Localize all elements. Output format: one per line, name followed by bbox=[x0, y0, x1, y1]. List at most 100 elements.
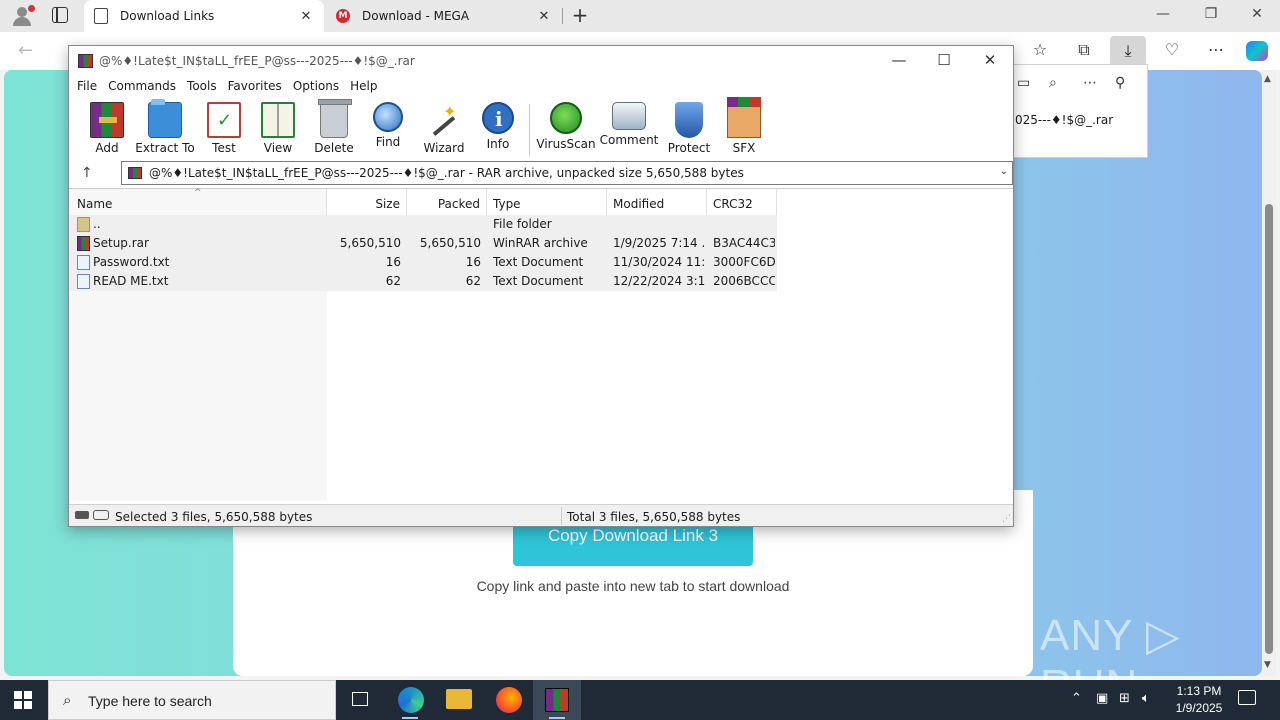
comment-button[interactable]: Comment bbox=[599, 102, 659, 147]
column-header-packed[interactable]: Packed bbox=[407, 189, 487, 215]
taskbar-clock[interactable]: 1:13 PM 1/9/2025 bbox=[1166, 683, 1232, 717]
taskbar-firefox[interactable] bbox=[484, 680, 532, 720]
cell-type: Text Document bbox=[493, 274, 584, 288]
delete-button[interactable]: Delete bbox=[304, 99, 364, 155]
menu-tools[interactable]: Tools bbox=[187, 76, 225, 98]
new-tab-button[interactable]: + bbox=[570, 4, 590, 28]
cell-name: Setup.rar bbox=[93, 236, 149, 250]
delete-icon bbox=[318, 99, 352, 138]
menu-help[interactable]: Help bbox=[350, 76, 385, 98]
column-header-modified[interactable]: Modified bbox=[607, 189, 707, 215]
restore-button[interactable]: ❐ bbox=[1196, 6, 1226, 22]
clock-time: 1:13 PM bbox=[1176, 684, 1222, 698]
close-button[interactable]: ✕ bbox=[1242, 6, 1272, 22]
table-row[interactable]: Password.txt 16 16 Text Document 11/30/2… bbox=[69, 253, 777, 272]
chevron-down-icon[interactable]: ⌄ bbox=[1000, 166, 1008, 177]
task-view-button[interactable] bbox=[336, 680, 384, 720]
collections-icon[interactable]: ⧉ bbox=[1072, 40, 1096, 60]
tab-download-links[interactable]: Download Links ✕ bbox=[84, 0, 324, 32]
page-scrollbar[interactable]: ▲ ▼ bbox=[1262, 70, 1276, 676]
taskbar-edge[interactable] bbox=[386, 680, 434, 720]
wizard-button[interactable]: Wizard bbox=[414, 102, 474, 155]
winrar-toolbar: Add Extract To Test View Delete Find Wiz… bbox=[69, 97, 1013, 160]
winrar-icon bbox=[545, 688, 569, 712]
search-icon[interactable]: ⌕ bbox=[1049, 75, 1057, 91]
winrar-minimize-button[interactable]: — bbox=[884, 51, 914, 69]
scroll-up-icon[interactable]: ▲ bbox=[1264, 74, 1271, 84]
tab-close-icon[interactable]: ✕ bbox=[536, 9, 552, 24]
menu-favorites[interactable]: Favorites bbox=[228, 76, 290, 98]
taskbar: ⌕ Type here to search ⌃ ▣ ⊞ 🔈︎ 1:13 PM 1… bbox=[0, 680, 1280, 720]
tab-actions-icon[interactable] bbox=[52, 7, 68, 23]
table-row[interactable]: READ ME.txt 62 62 Text Document 12/22/20… bbox=[69, 272, 777, 291]
notification-icon[interactable] bbox=[1238, 690, 1256, 705]
windows-start-icon[interactable] bbox=[14, 691, 32, 709]
key-icon[interactable] bbox=[93, 510, 109, 520]
cell-packed: 62 bbox=[465, 274, 481, 288]
winrar-titlebar[interactable]: @%♦!Late$t_IN$taLL_frEE_P@ss---2025---♦!… bbox=[69, 46, 1013, 76]
resize-grip-icon[interactable]: ⋰ bbox=[1002, 514, 1011, 524]
tray-chevron-up-icon[interactable]: ⌃ bbox=[1071, 691, 1082, 706]
downloads-icon[interactable]: ⤓ bbox=[1110, 36, 1146, 66]
tool-label: Comment bbox=[599, 133, 659, 147]
scroll-down-icon[interactable]: ▼ bbox=[1264, 660, 1271, 670]
winrar-close-button[interactable]: ✕ bbox=[975, 51, 1005, 69]
protect-button[interactable]: Protect bbox=[659, 102, 719, 155]
menu-commands[interactable]: Commands bbox=[108, 76, 184, 98]
network-icon[interactable]: ⊞ bbox=[1119, 691, 1130, 706]
browser-essentials-icon[interactable]: ♡ bbox=[1160, 40, 1184, 59]
taskbar-file-explorer[interactable] bbox=[435, 680, 483, 720]
tool-label: Delete bbox=[314, 141, 354, 155]
table-row[interactable]: Setup.rar 5,650,510 5,650,510 WinRAR arc… bbox=[69, 234, 777, 253]
find-icon bbox=[373, 102, 403, 132]
column-header-name[interactable]: Name ^ bbox=[69, 188, 327, 215]
winrar-app-icon bbox=[78, 54, 93, 68]
menu-file[interactable]: File bbox=[77, 76, 105, 98]
tab-close-icon[interactable]: ✕ bbox=[298, 9, 314, 24]
archive-path-dropdown[interactable]: @%♦!Late$t_IN$taLL_frEE_P@ss---2025---♦!… bbox=[121, 161, 1013, 185]
file-list: Name ^ Size Packed Type Modified CRC32 .… bbox=[69, 188, 1013, 502]
minimize-button[interactable]: — bbox=[1148, 6, 1178, 22]
taskbar-search-box[interactable]: ⌕ Type here to search bbox=[48, 680, 336, 720]
column-header-type[interactable]: Type bbox=[487, 189, 607, 215]
drive-icon[interactable] bbox=[75, 511, 89, 519]
open-folder-icon[interactable]: ▭ bbox=[1017, 75, 1030, 91]
task-view-icon bbox=[352, 692, 368, 706]
more-icon[interactable]: ⋯ bbox=[1083, 75, 1097, 91]
tray-device-icon[interactable]: ▣ bbox=[1096, 691, 1108, 706]
volume-icon[interactable]: 🔈︎ bbox=[1142, 691, 1150, 706]
test-button[interactable]: Test bbox=[194, 102, 254, 155]
add-button[interactable]: Add bbox=[77, 102, 137, 155]
edge-icon bbox=[398, 687, 424, 713]
downloads-panel: ▭ ⌕ ⋯ ⚲ 025---♦!$@_.rar bbox=[1000, 64, 1148, 158]
download-item-filename[interactable]: 025---♦!$@_.rar bbox=[1015, 113, 1113, 127]
tool-label: VirusScan bbox=[536, 137, 596, 151]
view-button[interactable]: View bbox=[248, 102, 308, 155]
find-button[interactable]: Find bbox=[358, 102, 418, 149]
favorites-icon[interactable]: ☆ bbox=[1028, 40, 1052, 59]
menu-options[interactable]: Options bbox=[293, 76, 347, 98]
profile-avatar-icon[interactable] bbox=[10, 5, 35, 27]
sfx-button[interactable]: SFX bbox=[714, 97, 774, 155]
tab-download-mega[interactable]: M Download - MEGA ✕ bbox=[326, 0, 562, 32]
tool-label: View bbox=[263, 141, 293, 155]
winrar-maximize-button[interactable]: ☐ bbox=[929, 51, 959, 69]
pin-icon[interactable]: ⚲ bbox=[1115, 75, 1125, 91]
cell-size: 5,650,510 bbox=[339, 236, 401, 250]
taskbar-winrar[interactable] bbox=[533, 680, 581, 720]
column-header-crc32[interactable]: CRC32 bbox=[707, 189, 777, 215]
back-icon[interactable]: ← bbox=[18, 40, 33, 61]
extract-to-button[interactable]: Extract To bbox=[135, 99, 195, 155]
table-row[interactable]: .. File folder bbox=[69, 215, 777, 234]
scroll-thumb[interactable] bbox=[1265, 204, 1273, 654]
column-header-size[interactable]: Size bbox=[327, 189, 407, 215]
tool-label: Add bbox=[95, 141, 119, 155]
status-total: Total 3 files, 5,650,588 bytes bbox=[567, 510, 741, 524]
copilot-icon[interactable] bbox=[1246, 41, 1268, 61]
virusscan-button[interactable]: VirusScan bbox=[536, 102, 596, 151]
winrar-menubar: File Commands Tools Favorites Options He… bbox=[69, 76, 1013, 98]
text-file-icon bbox=[77, 274, 90, 289]
info-button[interactable]: Info bbox=[468, 102, 528, 151]
up-arrow-icon[interactable]: ↑ bbox=[81, 165, 93, 181]
more-icon[interactable]: ⋯ bbox=[1204, 40, 1228, 59]
